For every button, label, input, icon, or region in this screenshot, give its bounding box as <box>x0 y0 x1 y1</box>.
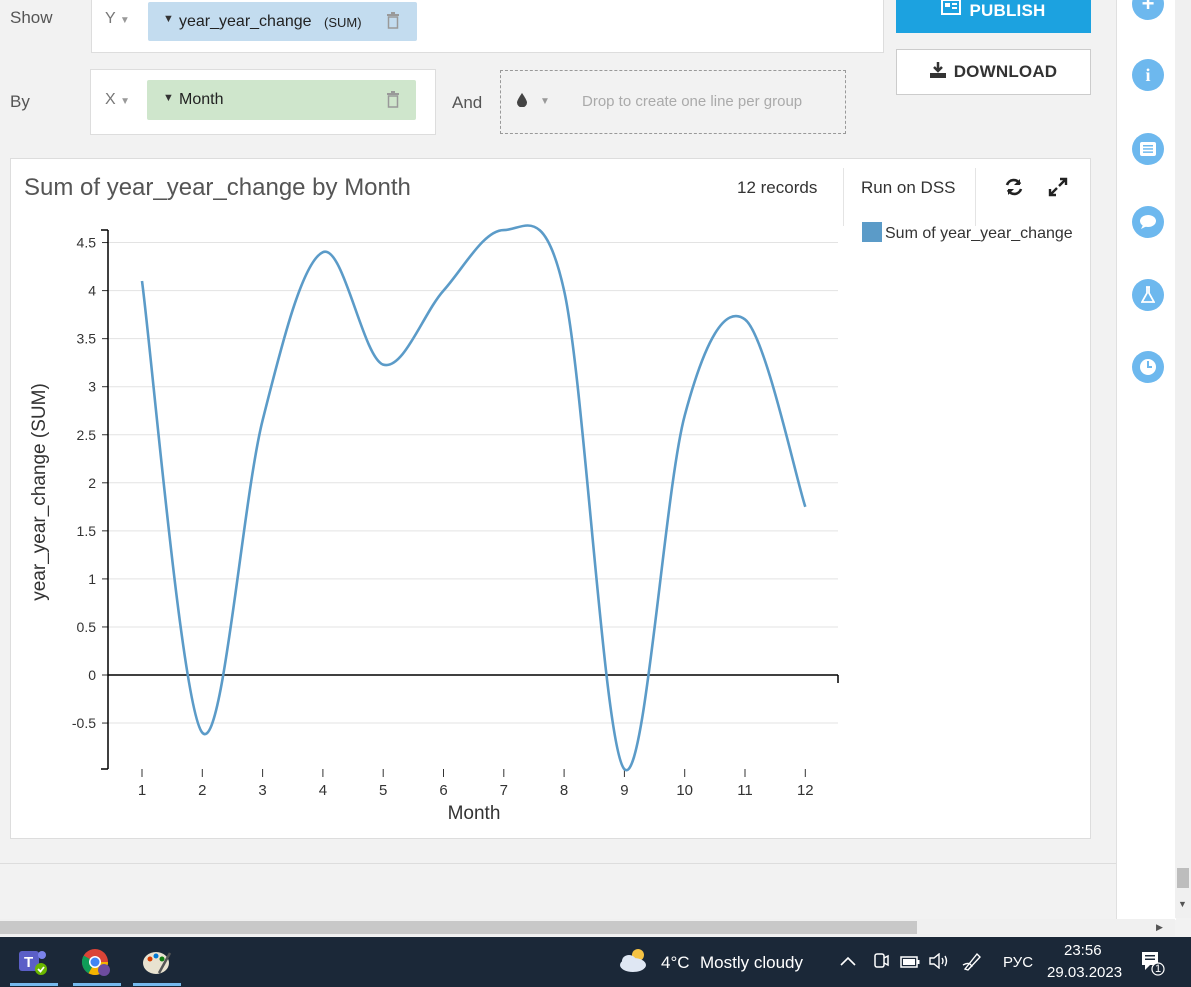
horizontal-scrollbar[interactable]: ▶ <box>0 919 1175 936</box>
taskbar: T 4°C Mostly cloudy РУС 23:56 29.03.2023… <box>0 937 1191 987</box>
clock-date[interactable]: 29.03.2023 <box>1047 964 1122 981</box>
x-tick-label: 7 <box>500 782 508 799</box>
chrome-icon[interactable] <box>80 947 112 982</box>
y-axis-title: year_year_change (SUM) <box>29 383 50 601</box>
series-line <box>140 224 807 772</box>
y-tick-label: 2 <box>88 475 96 491</box>
taskbar-active-indicator <box>133 983 181 986</box>
x-tick-label: 11 <box>737 782 753 799</box>
clock-icon[interactable] <box>1132 351 1164 383</box>
taskbar-active-indicator <box>10 983 58 986</box>
clock-time[interactable]: 23:56 <box>1064 942 1102 959</box>
chevron-up-icon[interactable] <box>840 954 856 972</box>
x-tick-label: 8 <box>560 782 568 799</box>
weather-text[interactable]: Mostly cloudy <box>700 953 803 973</box>
legend-swatch <box>862 222 882 242</box>
scroll-right-arrow[interactable]: ▶ <box>1156 922 1163 933</box>
x-tick-label: 12 <box>797 782 814 799</box>
teams-icon[interactable]: T <box>17 947 49 982</box>
y-tick-label: 0.5 <box>77 619 97 635</box>
y-tick-label: 2.5 <box>77 427 97 443</box>
notification-count: 1 <box>1155 963 1162 975</box>
pen-icon[interactable] <box>962 951 984 976</box>
x-tick-label: 10 <box>676 782 693 799</box>
y-tick-label: 4 <box>88 283 96 299</box>
x-tick-label: 3 <box>258 782 266 799</box>
battery-icon[interactable] <box>900 955 920 973</box>
x-tick-label: 6 <box>439 782 447 799</box>
y-tick-label: 4.5 <box>77 235 97 251</box>
x-tick-label: 5 <box>379 782 387 799</box>
scroll-thumb[interactable] <box>1177 868 1189 888</box>
x-tick-label: 1 <box>138 782 146 799</box>
info-icon[interactable]: i <box>1132 59 1164 91</box>
meet-icon[interactable] <box>873 952 889 975</box>
notifications-icon[interactable] <box>1140 950 1166 981</box>
scroll-down-arrow[interactable]: ▼ <box>1178 899 1187 909</box>
taskbar-active-indicator <box>73 983 121 986</box>
y-tick-label: 3 <box>88 379 96 395</box>
vertical-scrollbar[interactable]: ▼ <box>1175 0 1191 918</box>
line-chart: 4.543.532.521.510.50-0.51 2 3 4 5 6 7 8 9 10 11 12M… <box>29 222 1073 824</box>
x-tick-label: 2 <box>198 782 206 799</box>
weather-icon[interactable] <box>618 945 654 980</box>
y-tick-label: 3.5 <box>77 331 97 347</box>
svg-text:T: T <box>24 954 33 971</box>
panel-divider <box>0 863 1116 864</box>
scroll-thumb[interactable] <box>0 921 917 934</box>
x-axis-title: Month <box>448 803 501 824</box>
y-tick-label: 0 <box>88 667 96 683</box>
volume-icon[interactable] <box>928 952 950 974</box>
language-indicator[interactable]: РУС <box>1003 954 1033 971</box>
y-tick-label: -0.5 <box>72 715 96 731</box>
paint-icon[interactable] <box>141 947 173 982</box>
x-tick-label: 9 <box>620 782 628 799</box>
y-tick-label: 1.5 <box>77 523 97 539</box>
x-tick-label: 4 <box>319 782 327 799</box>
comment-icon[interactable] <box>1132 206 1164 238</box>
flask-icon[interactable] <box>1132 279 1164 311</box>
weather-temp[interactable]: 4°C <box>661 953 690 973</box>
list-icon[interactable] <box>1132 133 1164 165</box>
legend-label: Sum of year_year_change <box>885 225 1073 242</box>
y-tick-label: 1 <box>88 571 96 587</box>
